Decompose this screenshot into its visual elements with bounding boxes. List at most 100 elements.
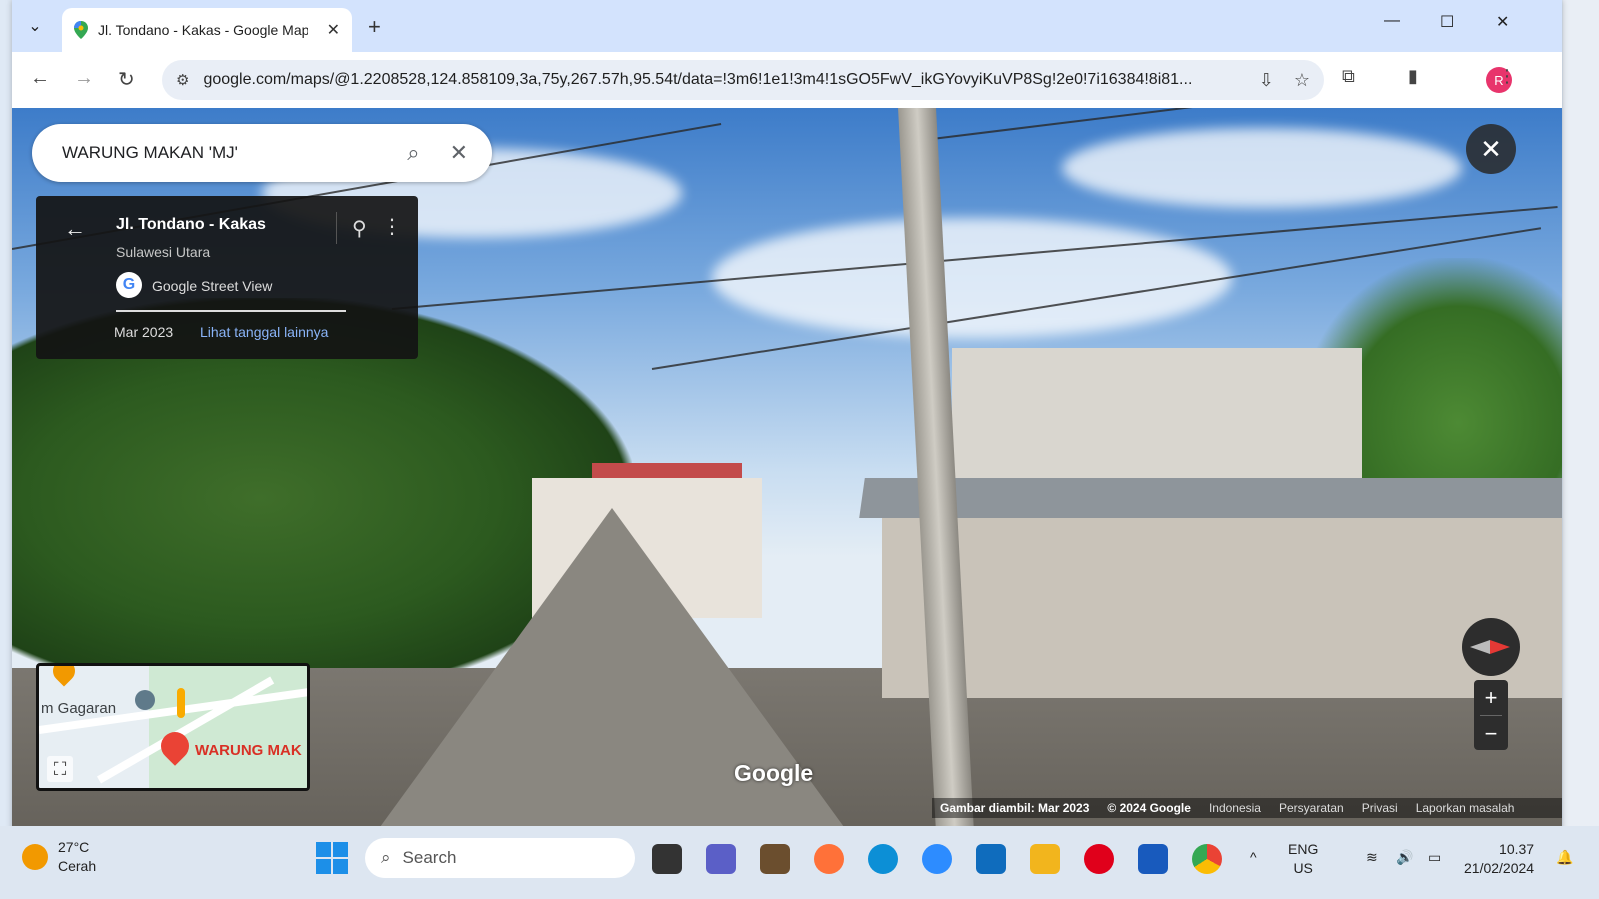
windows-logo-icon xyxy=(316,859,331,874)
clock[interactable]: 10.37 21/02/2024 xyxy=(1464,840,1534,878)
location-pin-icon[interactable]: ⚲ xyxy=(352,216,367,241)
country-link[interactable]: Indonesia xyxy=(1209,801,1261,815)
map-marker-icon xyxy=(48,666,80,687)
map-poi-icon xyxy=(135,690,155,710)
compass-south-icon xyxy=(1470,640,1490,654)
mini-map[interactable]: m Gagaran WARUNG MAK ⛶ xyxy=(36,663,310,791)
edge-icon[interactable] xyxy=(868,844,898,874)
google-watermark: Google xyxy=(734,760,814,786)
map-place-label: m Gagaran xyxy=(41,700,117,717)
place-title: Jl. Tondano - Kakas xyxy=(116,216,266,233)
zoom-control: + − xyxy=(1474,680,1508,750)
search-icon: ⌕ xyxy=(381,848,391,867)
weather-condition: Cerah xyxy=(58,858,97,874)
chrome-icon[interactable] xyxy=(1192,844,1222,874)
date: 21/02/2024 xyxy=(1464,860,1535,876)
start-button[interactable] xyxy=(316,842,348,874)
terms-link[interactable]: Persyaratan xyxy=(1279,801,1344,815)
see-more-dates-link[interactable]: Lihat tanggal lainnya xyxy=(200,324,328,340)
close-street-view-button[interactable]: ✕ xyxy=(1466,124,1516,174)
bookmark-star-icon[interactable]: ☆ xyxy=(1294,70,1310,91)
report-problem-link[interactable]: Laporkan masalah xyxy=(1416,801,1515,815)
search-icon[interactable]: ⌕ xyxy=(407,140,419,166)
mail-icon[interactable] xyxy=(976,844,1006,874)
firefox-icon[interactable] xyxy=(814,844,844,874)
windows-logo-icon xyxy=(333,842,348,857)
street-view-panorama[interactable]: WARUNG MAKAN 'MJ' ⌕ ✕ ← Jl. Tondano - Ka… xyxy=(12,108,1562,832)
compass-control[interactable] xyxy=(1462,618,1520,676)
clear-search-icon[interactable]: ✕ xyxy=(450,140,468,166)
language-code: ENG xyxy=(1288,841,1319,857)
imagery-source: Google Street View xyxy=(152,278,273,294)
app-icon[interactable] xyxy=(760,844,790,874)
back-arrow-icon[interactable]: ← xyxy=(64,216,86,242)
file-explorer-icon[interactable] xyxy=(1030,844,1060,874)
map-park-area xyxy=(149,666,307,788)
metal-roof xyxy=(859,478,1562,518)
attribution-footer: Gambar diambil: Mar 2023 © 2024 Google I… xyxy=(932,798,1562,818)
windows-logo-icon xyxy=(316,842,331,857)
taskbar: 27°C Cerah ⌕ Search ^ ENG US ≋ 🔊 ▭ 10.37… xyxy=(0,826,1599,899)
opera-icon[interactable] xyxy=(1084,844,1114,874)
place-region: Sulawesi Utara xyxy=(116,244,211,260)
image-date: Gambar diambil: Mar 2023 xyxy=(940,801,1090,815)
tab-search-dropdown[interactable]: ⌄ xyxy=(20,11,50,41)
zoom-app-icon[interactable] xyxy=(922,844,952,874)
battery-icon[interactable]: ▭ xyxy=(1428,848,1441,867)
weather-widget[interactable]: 27°C Cerah xyxy=(22,838,96,876)
back-arrow-icon[interactable]: ← xyxy=(30,67,50,90)
more-options-icon[interactable]: ⋮ xyxy=(382,214,402,239)
forward-arrow-icon[interactable]: → xyxy=(74,67,94,90)
address-bar[interactable]: ⚙ google.com/maps/@1.2208528,124.858109,… xyxy=(162,60,1324,100)
volume-icon[interactable]: 🔊 xyxy=(1396,848,1413,867)
cloud xyxy=(1062,128,1462,208)
install-app-icon[interactable]: ⇩ xyxy=(1259,70,1274,91)
zoom-out-button[interactable]: − xyxy=(1474,716,1508,751)
tab-title: Jl. Tondano - Kakas - Google Maps xyxy=(98,22,308,38)
show-hidden-icons-icon[interactable]: ^ xyxy=(1250,848,1257,867)
task-view-icon[interactable] xyxy=(652,844,682,874)
minimize-button[interactable]: — xyxy=(1384,12,1400,30)
taskbar-search-label: Search xyxy=(402,848,457,867)
zoom-in-button[interactable]: + xyxy=(1474,680,1508,715)
house-front xyxy=(882,498,1562,698)
tab-bar: ⌄ Jl. Tondano - Kakas - Google Maps ✕ + … xyxy=(12,0,1562,52)
browser-window: ⌄ Jl. Tondano - Kakas - Google Maps ✕ + … xyxy=(12,0,1562,832)
word-icon[interactable] xyxy=(1138,844,1168,874)
window-close-button[interactable]: ✕ xyxy=(1496,12,1509,32)
white-building xyxy=(952,348,1362,498)
side-panel-icon[interactable]: ▮ xyxy=(1408,66,1418,87)
language-indicator[interactable]: ENG US xyxy=(1288,840,1318,878)
copyright: © 2024 Google xyxy=(1107,801,1191,815)
divider xyxy=(336,212,337,244)
tab-google-maps[interactable]: Jl. Tondano - Kakas - Google Maps ✕ xyxy=(62,8,352,52)
site-settings-icon[interactable]: ⚙ xyxy=(176,71,189,89)
wifi-icon[interactable]: ≋ xyxy=(1366,848,1378,867)
divider xyxy=(116,310,346,312)
google-logo-icon: G xyxy=(116,272,142,298)
pegman-icon xyxy=(177,688,185,718)
url-text[interactable]: google.com/maps/@1.2208528,124.858109,3a… xyxy=(203,71,1233,89)
new-tab-button[interactable]: + xyxy=(368,14,381,40)
map-pin-label: WARUNG MAK xyxy=(195,742,302,759)
keyboard-region: US xyxy=(1293,860,1313,876)
search-query[interactable]: WARUNG MAKAN 'MJ' xyxy=(62,143,377,163)
tab-close-icon[interactable]: ✕ xyxy=(327,20,340,40)
maps-pin-icon xyxy=(74,21,88,39)
maximize-button[interactable]: ☐ xyxy=(1440,12,1454,32)
capture-date: Mar 2023 xyxy=(114,324,174,340)
expand-icon[interactable]: ⛶ xyxy=(47,756,73,782)
notification-icon[interactable]: 🔔 xyxy=(1556,848,1573,867)
extensions-puzzle-icon[interactable]: ⧉ xyxy=(1342,66,1355,87)
windows-logo-icon xyxy=(333,859,348,874)
chevron-down-icon: ⌄ xyxy=(28,18,42,35)
temperature: 27°C xyxy=(58,839,90,855)
taskbar-search[interactable]: ⌕ Search xyxy=(365,838,635,878)
maps-search-box[interactable]: WARUNG MAKAN 'MJ' ⌕ ✕ xyxy=(32,124,492,182)
time: 10.37 xyxy=(1499,841,1535,857)
menu-kebab-icon[interactable]: ⋮ xyxy=(1498,66,1516,87)
street-view-info-card: ← Jl. Tondano - Kakas Sulawesi Utara ⚲ ⋮… xyxy=(36,196,418,359)
teams-icon[interactable] xyxy=(706,844,736,874)
privacy-link[interactable]: Privasi xyxy=(1362,801,1398,815)
reload-icon[interactable]: ↻ xyxy=(118,67,135,92)
